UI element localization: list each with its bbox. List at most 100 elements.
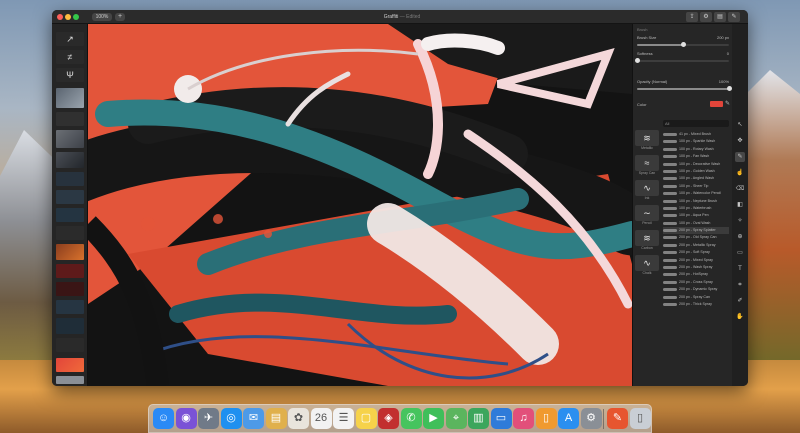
brush-row[interactable]: 100 px - Neptune Brush xyxy=(663,198,729,205)
layer-thumbnail[interactable] xyxy=(56,88,84,108)
shape-tool-icon[interactable]: ▭ xyxy=(735,248,745,258)
brush-panel-button[interactable]: ✎ xyxy=(728,12,740,22)
brush-row[interactable]: 100 px - Sheer Tip xyxy=(663,183,729,190)
text-tool-icon[interactable]: T xyxy=(735,264,745,274)
brush-row[interactable]: 200 px - Mixed Spray xyxy=(663,257,729,264)
brush-row[interactable]: 100 px - Aqua Pen xyxy=(663,212,729,219)
graffiti-canvas[interactable] xyxy=(88,24,632,386)
brush-row[interactable]: 100 px - Rotary Wash xyxy=(663,146,729,153)
maps-icon[interactable]: ⌖ xyxy=(445,408,467,429)
add-button[interactable]: + xyxy=(115,13,125,21)
layer-thumbnail[interactable] xyxy=(56,318,84,334)
eyedropper-icon[interactable]: ✎ xyxy=(725,100,730,107)
brush-row[interactable]: 100 px - Oval Wash xyxy=(663,220,729,227)
brush-row[interactable]: 200 px - HotSpray xyxy=(663,271,729,278)
layers-button[interactable]: ▤ xyxy=(714,12,726,22)
brush-row[interactable]: 200 px - Spray Splatter xyxy=(663,227,729,235)
brush-set-tile[interactable]: ∼ Pencil xyxy=(635,205,659,227)
brush-row[interactable]: 200 px - Cross Spray xyxy=(663,279,729,286)
crop-tool-icon[interactable]: ⌗ xyxy=(735,280,745,290)
brush-row[interactable]: 200 px - Spray Can xyxy=(663,294,729,301)
fill-tool-icon[interactable]: ◧ xyxy=(735,200,745,210)
layer-thumbnail[interactable] xyxy=(56,244,84,260)
select-tool-icon[interactable]: ↖ xyxy=(735,120,745,130)
mail-icon[interactable]: ✉ xyxy=(243,408,264,429)
brush-size-slider-knob[interactable] xyxy=(680,42,686,47)
brush-set-tile[interactable]: ∿ Chalk xyxy=(635,255,659,277)
notes-icon[interactable]: ▤ xyxy=(265,408,287,429)
layer-thumbnail[interactable] xyxy=(56,300,84,314)
brush-row[interactable]: 100 px - Watercolor Pencil xyxy=(663,190,729,197)
layer-thumbnail[interactable] xyxy=(56,152,84,168)
brush-thumbnail[interactable]: ↗ xyxy=(56,32,84,46)
layer-thumbnail[interactable] xyxy=(56,358,84,372)
reminders-icon[interactable]: ☰ xyxy=(333,408,354,429)
opacity-slider-knob[interactable] xyxy=(726,86,732,91)
close-window-button[interactable] xyxy=(57,14,63,20)
maximize-window-button[interactable] xyxy=(73,14,79,20)
messages-icon[interactable]: ✆ xyxy=(400,408,422,429)
brush-thumbnail[interactable]: ≠ xyxy=(56,50,84,64)
system-preferences-icon[interactable]: ⚙ xyxy=(580,408,602,429)
layer-thumbnail[interactable] xyxy=(56,208,84,222)
finder-icon[interactable]: ☺ xyxy=(153,408,174,429)
zoom-menu[interactable]: 100% xyxy=(92,13,112,21)
brush-search-input[interactable]: All xyxy=(663,120,729,127)
layer-thumbnail[interactable] xyxy=(56,112,84,126)
brush-row[interactable]: 200 px - Wash Spray xyxy=(663,264,729,271)
minimize-window-button[interactable] xyxy=(65,14,71,20)
brush-set-tile[interactable]: ≋ Carbon xyxy=(635,230,659,252)
brush-row[interactable]: 100 px - Decorative Wash xyxy=(663,161,729,168)
keynote-icon[interactable]: ▭ xyxy=(490,408,512,429)
move-tool-icon[interactable]: ✥ xyxy=(735,136,745,146)
brush-row[interactable]: 200 px - Thick Spray xyxy=(663,301,729,308)
opacity-slider[interactable] xyxy=(637,86,732,91)
brush-row[interactable]: 200 px - Dynamic Spray xyxy=(663,286,729,293)
app-store-icon[interactable]: A xyxy=(558,408,579,429)
stickies-icon[interactable]: ▢ xyxy=(355,408,377,429)
facetime-icon[interactable]: ▶ xyxy=(423,408,444,429)
brush-row[interactable]: 100 px - Waterbrush xyxy=(663,205,729,212)
share-button[interactable]: ⇪ xyxy=(686,12,698,22)
brush-row[interactable]: 100 px - Golden Wash xyxy=(663,168,729,175)
photo-booth-icon[interactable]: ◈ xyxy=(378,408,399,429)
hand-tool-icon[interactable]: ✋ xyxy=(735,312,745,322)
brush-thumbnail[interactable]: Ψ xyxy=(56,68,84,82)
safari-icon[interactable]: ◎ xyxy=(220,408,242,429)
calendar-icon[interactable]: 26 xyxy=(310,408,332,429)
brush-row[interactable]: 200 px - Soft Spray xyxy=(663,249,729,256)
pixelmator-icon[interactable]: ✎ xyxy=(607,408,628,429)
photos-icon[interactable]: ✿ xyxy=(288,408,309,429)
smudge-tool-icon[interactable]: ☝ xyxy=(735,168,745,178)
softness-slider-knob[interactable] xyxy=(634,58,640,63)
brush-set-tile[interactable]: ∿ Ink xyxy=(635,180,659,202)
brush-row[interactable]: 100 px - Angled Wash xyxy=(663,175,729,182)
brush-size-slider[interactable] xyxy=(637,42,729,47)
brush-row[interactable]: 100 px - Fan Wash xyxy=(663,153,729,160)
brush-row[interactable]: 100 px - Sparkle Wash xyxy=(663,138,729,145)
layer-thumbnail[interactable] xyxy=(56,172,84,186)
softness-slider[interactable] xyxy=(634,58,729,63)
eraser-tool-icon[interactable]: ⌫ xyxy=(735,184,745,194)
itunes-icon[interactable]: ♫ xyxy=(513,408,534,429)
layer-thumbnail[interactable] xyxy=(56,226,84,240)
layer-thumbnail[interactable] xyxy=(56,376,84,384)
numbers-icon[interactable]: ▥ xyxy=(468,408,489,429)
siri-icon[interactable]: ◉ xyxy=(175,408,197,429)
brush-row[interactable]: 200 px - Old Spray Can xyxy=(663,234,729,241)
layer-thumbnail[interactable] xyxy=(56,130,84,148)
trash-icon[interactable]: ▯ xyxy=(629,408,651,429)
books-icon[interactable]: ▯ xyxy=(535,408,557,429)
launchpad-icon[interactable]: ✈ xyxy=(198,408,219,429)
eyedropper-tool-icon[interactable]: ✐ xyxy=(735,296,745,306)
settings-button[interactable]: ⚙ xyxy=(700,12,712,22)
layer-thumbnail[interactable] xyxy=(56,282,84,296)
color-swatch[interactable] xyxy=(710,101,723,107)
layer-thumbnail[interactable] xyxy=(56,190,84,204)
clone-tool-icon[interactable]: ⊕ xyxy=(735,232,745,242)
brush-tool-icon[interactable]: ✎ xyxy=(735,152,745,162)
layer-thumbnail[interactable] xyxy=(56,264,84,278)
retouch-tool-icon[interactable]: ✧ xyxy=(735,216,745,226)
brush-set-tile[interactable]: ≋ Metallic xyxy=(635,130,659,152)
brush-row[interactable]: 200 px - Metallic Spray xyxy=(663,242,729,249)
